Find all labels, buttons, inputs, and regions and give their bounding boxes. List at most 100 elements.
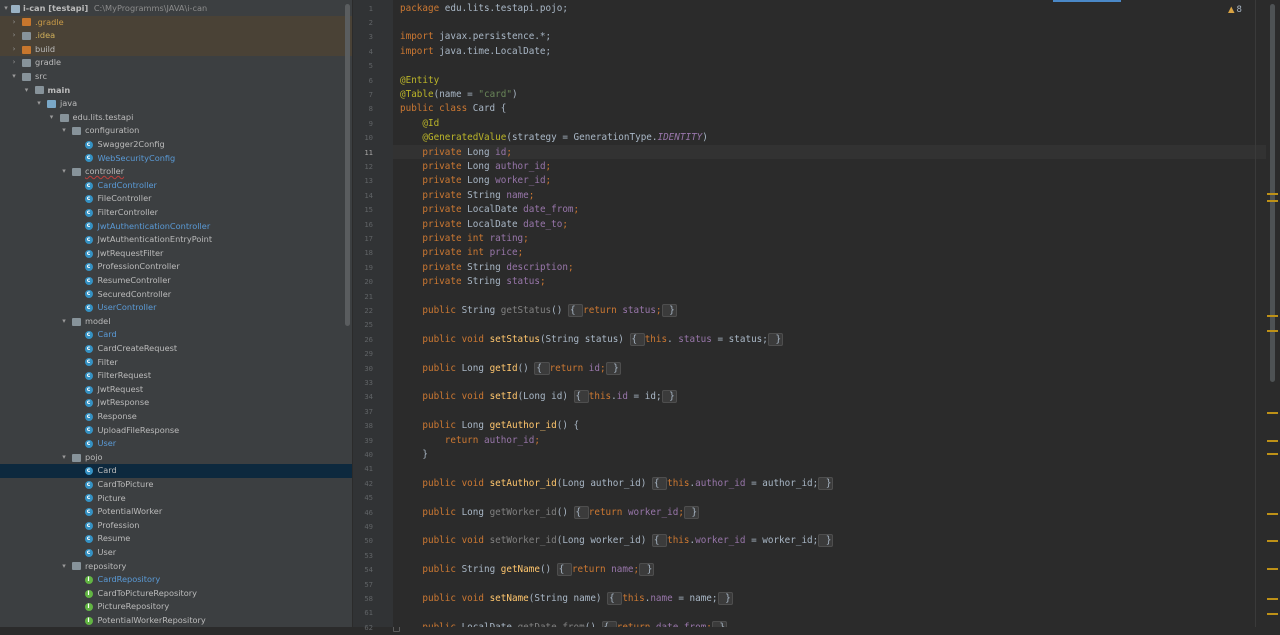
code-line[interactable]: private String status; <box>400 275 545 289</box>
warning-mark[interactable] <box>1267 330 1278 332</box>
tree-item[interactable]: c JwtRequestFilter <box>0 247 352 261</box>
code-line[interactable]: } <box>400 448 428 462</box>
code-line[interactable]: public String getStatus() { return statu… <box>400 303 677 318</box>
tree-item[interactable]: c UploadFileResponse <box>0 424 352 438</box>
editor-gutter[interactable]: 1 2 3 4 5 6 7 8 9 10 11 12 13 14 15 16 17 18 19 20 21 22 25 26 2… <box>353 0 400 633</box>
tree-item[interactable]: c CardToPicture <box>0 478 352 492</box>
tree-item[interactable]: ▾ pojo <box>0 451 352 465</box>
code-line[interactable]: @GeneratedValue(strategy = GenerationTyp… <box>400 131 707 145</box>
tree-item[interactable]: c Card <box>0 464 352 478</box>
code-line[interactable]: private String name; <box>400 189 534 203</box>
code-editor[interactable]: package edu.lits.testapi.pojo; import jav… <box>393 0 1266 627</box>
tree-item[interactable]: c ResumeController <box>0 274 352 288</box>
code-line[interactable]: private int rating; <box>400 232 528 246</box>
tree-item[interactable]: c CardCreateRequest <box>0 342 352 356</box>
chevron-down-icon[interactable]: ▾ <box>23 84 31 98</box>
tree-item[interactable]: ▾ java <box>0 97 352 111</box>
tree-item[interactable]: c Resume <box>0 532 352 546</box>
tree-item[interactable]: c Picture <box>0 492 352 506</box>
tree-item[interactable]: c Profession <box>0 519 352 533</box>
chevron-right-icon[interactable]: › <box>10 29 18 43</box>
project-root[interactable]: ▾ i-can [testapi] C:\MyProgramms\JAVA\i-… <box>0 2 352 16</box>
chevron-down-icon[interactable]: ▾ <box>60 124 68 138</box>
code-line[interactable]: public Long getAuthor_id() { <box>400 419 579 433</box>
tree-item[interactable]: c User <box>0 437 352 451</box>
tree-item[interactable]: c PotentialWorker <box>0 505 352 519</box>
warning-mark[interactable] <box>1267 453 1278 455</box>
tree-item[interactable]: I CardRepository <box>0 573 352 587</box>
code-line[interactable]: public String getName() { return name; } <box>400 563 655 577</box>
code-line[interactable]: @Table(name = "card") <box>400 88 518 102</box>
tree-item[interactable]: c User <box>0 546 352 560</box>
tree-item[interactable]: c JwtAuthenticationController <box>0 220 352 234</box>
chevron-down-icon[interactable]: ▾ <box>10 70 18 84</box>
tree-item[interactable]: I PotentialWorkerRepository <box>0 614 352 627</box>
warning-mark[interactable] <box>1267 513 1278 515</box>
tree-item[interactable]: c FilterController <box>0 206 352 220</box>
chevron-down-icon[interactable]: ▾ <box>60 451 68 465</box>
tree-item[interactable]: c FilterRequest <box>0 369 352 383</box>
code-line[interactable]: public class Card { <box>400 102 506 116</box>
tree-item[interactable]: c WebSecurityConfig <box>0 152 352 166</box>
tree-item[interactable]: ▾ repository <box>0 560 352 574</box>
chevron-right-icon[interactable]: › <box>10 16 18 30</box>
code-line[interactable]: private int price; <box>400 246 523 260</box>
tree-item[interactable]: I PictureRepository <box>0 600 352 614</box>
error-stripe[interactable] <box>1266 0 1280 627</box>
warning-mark[interactable] <box>1267 440 1278 442</box>
tree-item[interactable]: ▾ configuration <box>0 124 352 138</box>
tree-item[interactable]: c CardController <box>0 179 352 193</box>
code-line[interactable]: package edu.lits.testapi.pojo; <box>400 2 568 16</box>
code-line[interactable]: private LocalDate date_from; <box>400 203 579 217</box>
tree-item[interactable]: c ProfessionController <box>0 260 352 274</box>
tree-item[interactable]: c UserController <box>0 301 352 315</box>
tree-item[interactable]: c JwtAuthenticationEntryPoint <box>0 233 352 247</box>
chevron-down-icon[interactable]: ▾ <box>60 560 68 574</box>
warning-mark[interactable] <box>1267 613 1278 615</box>
code-line[interactable]: @Entity <box>400 74 439 88</box>
tree-item[interactable]: c JwtRequest <box>0 383 352 397</box>
tree-item[interactable]: ▾ edu.lits.testapi <box>0 111 352 125</box>
tree-item[interactable]: › gradle <box>0 56 352 70</box>
code-line[interactable]: @Id <box>400 117 439 131</box>
warning-mark[interactable] <box>1267 193 1278 195</box>
warning-mark[interactable] <box>1267 540 1278 542</box>
tree-item[interactable]: ▾ src <box>0 70 352 84</box>
code-line[interactable]: public void setWorker_id(Long worker_id)… <box>400 534 834 548</box>
warning-mark[interactable] <box>1267 598 1278 600</box>
code-line[interactable]: import java.time.LocalDate; <box>400 45 551 59</box>
code-line[interactable]: public LocalDate getDate_from() { return… <box>400 620 728 627</box>
code-line[interactable]: private Long worker_id; <box>400 174 551 188</box>
chevron-down-icon[interactable]: ▾ <box>60 315 68 329</box>
warning-mark[interactable] <box>1267 315 1278 317</box>
chevron-down-icon[interactable]: ▾ <box>48 111 56 125</box>
code-line[interactable]: private Long author_id; <box>400 160 551 174</box>
tree-item[interactable]: ▾ main <box>0 84 352 98</box>
code-line[interactable]: private LocalDate date_to; <box>400 218 568 232</box>
code-line[interactable]: return author_id; <box>400 434 540 448</box>
chevron-down-icon[interactable]: ▾ <box>2 2 10 16</box>
tree-item[interactable]: c Card <box>0 328 352 342</box>
chevron-down-icon[interactable]: ▾ <box>60 165 68 179</box>
code-line[interactable]: public void setAuthor_id(Long author_id)… <box>400 476 834 491</box>
tree-item[interactable]: I CardToPictureRepository <box>0 587 352 601</box>
tree-item[interactable]: ▾ controller <box>0 165 352 179</box>
tree-item[interactable]: c JwtResponse <box>0 396 352 410</box>
inspection-widget[interactable]: ▲ 8 <box>1228 3 1242 17</box>
code-line[interactable]: private String description; <box>400 261 573 275</box>
tree-item[interactable]: c Swagger2Config <box>0 138 352 152</box>
tree-item[interactable]: › .gradle <box>0 15 352 30</box>
tree-item[interactable]: ▾ model <box>0 315 352 329</box>
code-line[interactable]: public Long getId() { return id; } <box>400 361 621 376</box>
chevron-right-icon[interactable]: › <box>10 56 18 70</box>
code-line[interactable]: public Long getWorker_id() { return work… <box>400 505 700 520</box>
tree-item[interactable]: c FileController <box>0 192 352 206</box>
code-line[interactable]: private Long id; <box>400 146 512 160</box>
tree-item[interactable]: › .idea <box>0 29 352 43</box>
warning-mark[interactable] <box>1267 568 1278 570</box>
code-line[interactable]: public void setName(String name) { this.… <box>400 591 733 606</box>
warning-mark[interactable] <box>1267 200 1278 202</box>
warning-mark[interactable] <box>1267 412 1278 414</box>
code-line[interactable]: public void setId(Long id) { this.id = i… <box>400 390 677 404</box>
chevron-down-icon[interactable]: ▾ <box>35 97 43 111</box>
